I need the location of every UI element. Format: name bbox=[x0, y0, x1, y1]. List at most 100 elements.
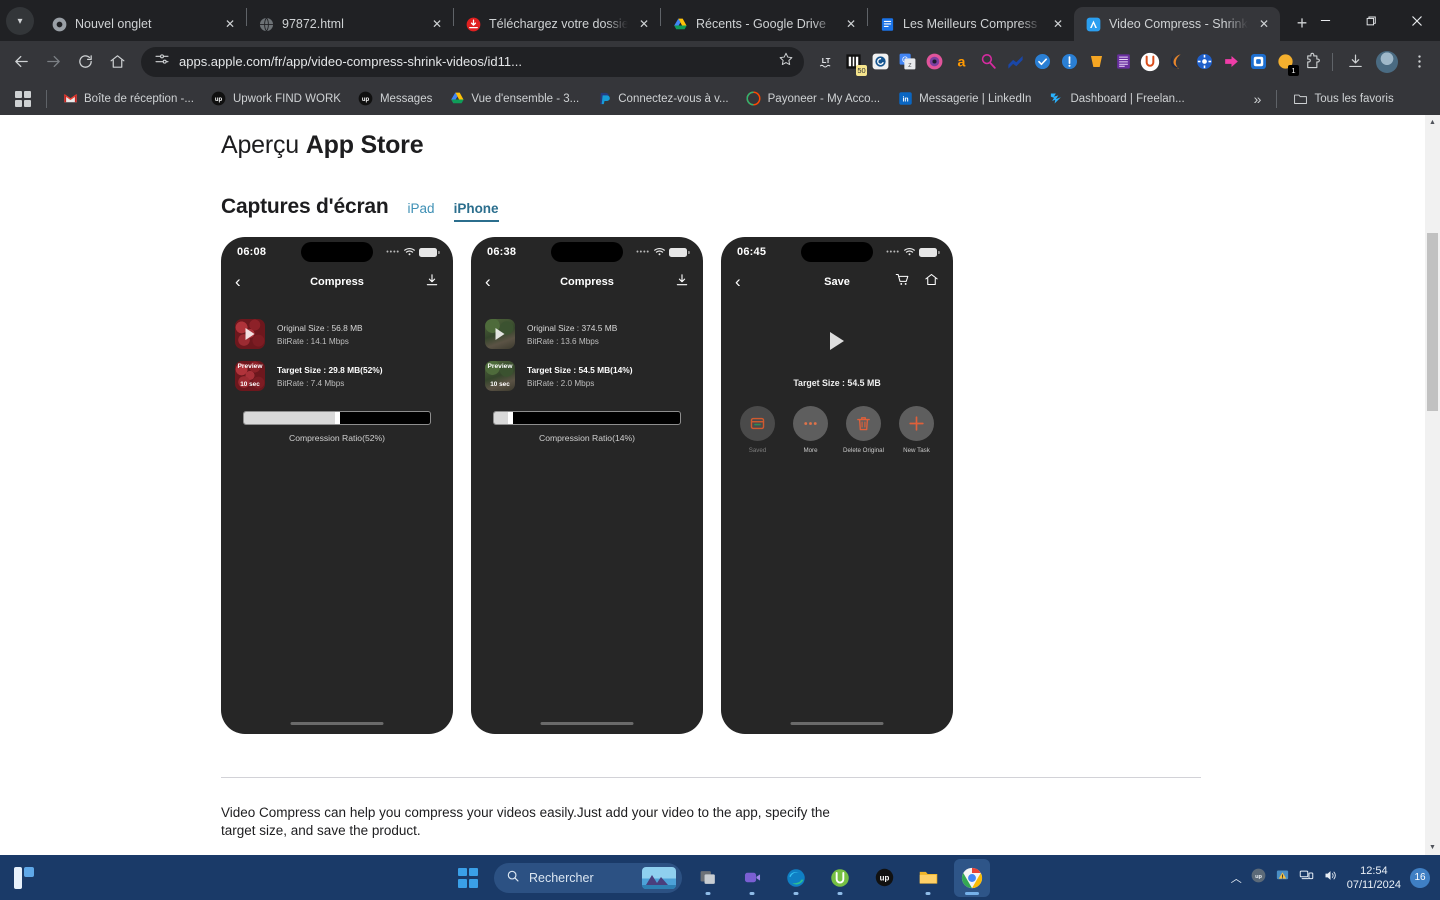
ublock-origin-extension-icon[interactable] bbox=[1137, 49, 1163, 75]
scroll-down-arrow[interactable]: ▼ bbox=[1425, 840, 1440, 855]
tab-close-icon[interactable]: ✕ bbox=[1256, 16, 1272, 32]
tab-meilleurs-compress[interactable]: Les Meilleurs Compress ✕ bbox=[868, 7, 1074, 41]
keyword-search-extension-icon[interactable] bbox=[975, 49, 1001, 75]
more-button[interactable]: More bbox=[792, 406, 829, 454]
bookmark-messages[interactable]: up Messages bbox=[351, 87, 439, 111]
back-icon[interactable]: ‹ bbox=[235, 272, 241, 292]
site-settings-icon[interactable] bbox=[154, 51, 170, 72]
home-button[interactable] bbox=[102, 47, 132, 77]
tab-close-icon[interactable]: ✕ bbox=[636, 16, 652, 32]
notes-extension-icon[interactable] bbox=[1110, 49, 1136, 75]
profile-avatar[interactable] bbox=[1372, 47, 1402, 77]
chrome-menu-button[interactable] bbox=[1404, 47, 1434, 77]
home-icon[interactable] bbox=[924, 272, 939, 292]
wordtune-extension-icon[interactable]: 50 bbox=[840, 49, 867, 76]
dark-reader-extension-icon[interactable] bbox=[1164, 49, 1190, 75]
delete-original-button[interactable]: Delete Original bbox=[843, 406, 884, 454]
bookmark-upwork-find-work[interactable]: up Upwork FIND WORK bbox=[204, 87, 348, 111]
bookmark-star-icon[interactable] bbox=[778, 51, 794, 72]
scrollbar-track[interactable] bbox=[1425, 130, 1440, 840]
pink-arrow-extension-icon[interactable] bbox=[1218, 49, 1244, 75]
back-icon[interactable]: ‹ bbox=[485, 272, 491, 292]
back-button[interactable] bbox=[6, 47, 36, 77]
original-row: Original Size : 56.8 MB BitRate : 14.1 M… bbox=[221, 319, 453, 349]
bookmark-linkedin[interactable]: in Messagerie | LinkedIn bbox=[890, 87, 1038, 111]
alert-extension-icon[interactable] bbox=[1056, 49, 1082, 75]
tray-chevron-icon[interactable]: ︿ bbox=[1231, 870, 1242, 886]
task-view-button[interactable] bbox=[690, 859, 726, 897]
utorrent-button[interactable] bbox=[822, 859, 858, 897]
microsoft-edge-button[interactable] bbox=[778, 859, 814, 897]
bookmark-payoneer[interactable]: Payoneer - My Acco... bbox=[739, 87, 888, 111]
device-tab-iphone[interactable]: iPhone bbox=[453, 201, 499, 222]
page-scrollbar[interactable]: ▲ ▼ bbox=[1425, 115, 1440, 855]
tab-close-icon[interactable]: ✕ bbox=[843, 16, 859, 32]
screenshot-save[interactable]: 06:45 •••• ‹ Save Target Size: 54.5 MB … bbox=[721, 237, 953, 734]
tab-close-icon[interactable]: ✕ bbox=[429, 16, 445, 32]
google-translate-extension-icon[interactable]: Gz bbox=[894, 49, 920, 75]
tab-close-icon[interactable]: ✕ bbox=[1050, 16, 1066, 32]
similarweb-extension-icon[interactable] bbox=[1002, 49, 1028, 75]
tray-warning-icon[interactable] bbox=[1275, 868, 1290, 888]
document-icon bbox=[879, 16, 895, 32]
new-task-button[interactable]: New Task bbox=[898, 406, 935, 454]
screenshot-compress-2[interactable]: 06:38 •••• ‹ Compress Original Size: 37… bbox=[471, 237, 703, 734]
compression-slider[interactable] bbox=[243, 411, 431, 425]
notification-badge[interactable]: 16 bbox=[1410, 867, 1430, 888]
taskbar-clock[interactable]: 12:54 07/11/2024 bbox=[1347, 864, 1401, 892]
tab-close-icon[interactable]: ✕ bbox=[222, 16, 238, 32]
volume-icon[interactable] bbox=[1323, 868, 1338, 888]
upwork-app-button[interactable]: up bbox=[866, 859, 902, 897]
scroll-up-arrow[interactable]: ▲ bbox=[1425, 115, 1440, 130]
all-bookmarks-button[interactable]: Tous les favoris bbox=[1285, 87, 1400, 111]
scrollbar-thumb[interactable] bbox=[1427, 233, 1438, 411]
gmail-icon bbox=[62, 91, 78, 107]
apps-grid-button[interactable] bbox=[8, 87, 38, 111]
close-button[interactable] bbox=[1394, 0, 1440, 41]
bookmark-vue-densemble[interactable]: Vue d'ensemble - 3... bbox=[442, 87, 586, 111]
downloads-button[interactable] bbox=[1340, 47, 1370, 77]
cart-icon[interactable] bbox=[895, 272, 910, 292]
start-button[interactable] bbox=[450, 859, 486, 897]
tray-upwork-icon[interactable]: up bbox=[1251, 868, 1266, 888]
moon-extension-icon[interactable]: 1 bbox=[1272, 49, 1299, 76]
maximize-button[interactable] bbox=[1348, 0, 1394, 41]
bookmark-freelancer-dashboard[interactable]: Dashboard | Freelan... bbox=[1041, 87, 1191, 111]
grammar-extension-icon[interactable] bbox=[867, 49, 893, 75]
saved-button[interactable]: Saved bbox=[739, 406, 776, 454]
device-tab-ipad[interactable]: iPad bbox=[408, 201, 435, 220]
loom-extension-icon[interactable] bbox=[921, 49, 947, 75]
languagetool-extension-icon[interactable]: LT bbox=[813, 49, 839, 75]
address-bar[interactable]: apps.apple.com/fr/app/video-compress-shr… bbox=[141, 46, 804, 77]
widgets-button[interactable] bbox=[14, 866, 36, 889]
download-icon[interactable] bbox=[425, 273, 439, 292]
amazon-assistant-extension-icon[interactable]: a bbox=[948, 49, 974, 75]
network-icon[interactable] bbox=[1299, 868, 1314, 888]
camera-app-button[interactable] bbox=[734, 859, 770, 897]
tab-search-button[interactable]: ▾ bbox=[6, 7, 34, 35]
compression-slider[interactable] bbox=[493, 411, 681, 425]
reload-button[interactable] bbox=[70, 47, 100, 77]
back-icon[interactable]: ‹ bbox=[735, 272, 741, 292]
screenshot-compress-1[interactable]: 06:08 •••• ‹ Compress Original Size: 56… bbox=[221, 237, 453, 734]
bookmark-connectez-vous[interactable]: Connectez-vous à v... bbox=[589, 87, 735, 111]
verified-extension-icon[interactable] bbox=[1029, 49, 1055, 75]
tab-97872-html[interactable]: 97872.html ✕ bbox=[247, 7, 453, 41]
tab-video-compress[interactable]: Video Compress - Shrink ✕ bbox=[1074, 7, 1280, 41]
bookmark-gmail[interactable]: Boîte de réception -... bbox=[55, 87, 201, 111]
tab-google-drive[interactable]: Récents - Google Drive ✕ bbox=[661, 7, 867, 41]
screen-recorder-extension-icon[interactable] bbox=[1245, 49, 1271, 75]
honey-extension-icon[interactable] bbox=[1083, 49, 1109, 75]
google-chrome-button[interactable] bbox=[954, 858, 990, 897]
file-explorer-button[interactable] bbox=[910, 859, 946, 897]
settings-extension-icon[interactable] bbox=[1191, 49, 1217, 75]
toolbar-divider bbox=[1332, 52, 1333, 71]
download-icon[interactable] bbox=[675, 273, 689, 292]
bookmarks-overflow-button[interactable]: » bbox=[1247, 87, 1269, 111]
taskbar-search[interactable]: Rechercher bbox=[494, 862, 682, 893]
minimize-button[interactable] bbox=[1302, 0, 1348, 41]
forward-button[interactable] bbox=[38, 47, 68, 77]
tab-nouvel-onglet[interactable]: Nouvel onglet ✕ bbox=[40, 7, 246, 41]
extensions-puzzle-icon[interactable] bbox=[1299, 49, 1325, 75]
tab-telechargez[interactable]: Téléchargez votre dossier ✕ bbox=[454, 7, 660, 41]
